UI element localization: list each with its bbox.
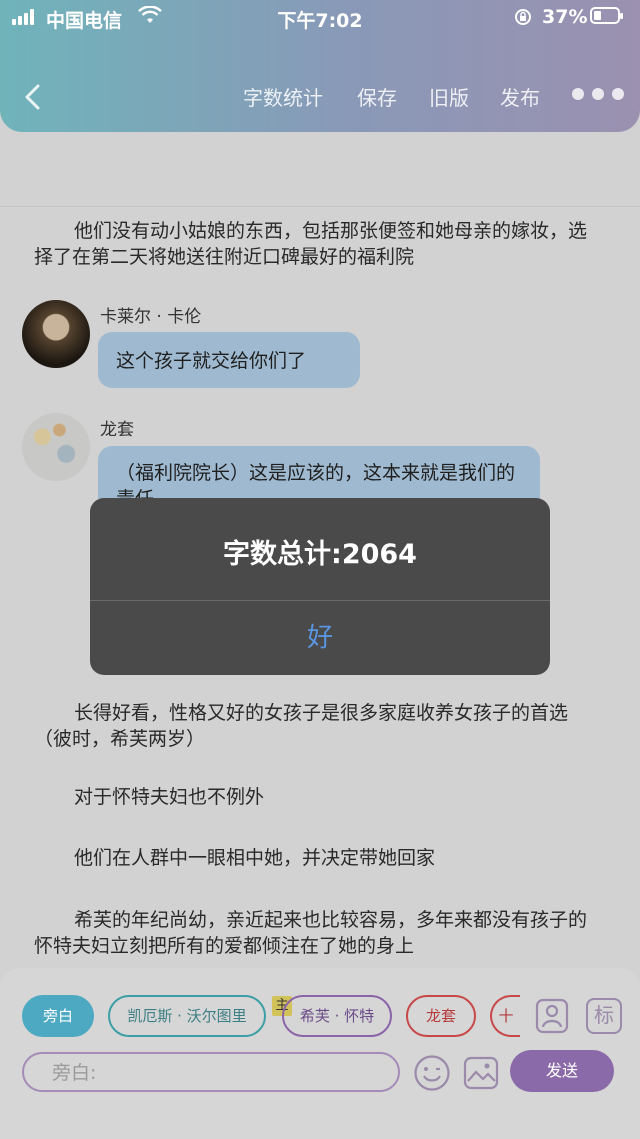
role-chip[interactable]: 龙套 — [406, 995, 476, 1037]
header-divider — [0, 206, 640, 207]
publish-button[interactable]: 发布 — [500, 82, 540, 111]
tag-icon[interactable]: 标 — [586, 998, 622, 1034]
person-card-icon[interactable] — [535, 998, 569, 1034]
speaker-name: 龙套 — [100, 420, 134, 440]
message-bubble[interactable]: 这个孩子就交给你们了 — [98, 332, 360, 388]
chevron-left-icon[interactable] — [20, 82, 46, 112]
avatar[interactable] — [22, 413, 90, 481]
narration-paragraph[interactable]: 对于怀特夫妇也不例外 — [34, 784, 604, 810]
speaker-name: 卡莱尔 · 卡伦 — [100, 307, 202, 327]
avatar[interactable] — [22, 300, 90, 368]
role-chip[interactable]: 凯厄斯 · 沃尔图里 — [108, 995, 266, 1037]
role-chip-narrator[interactable]: 旁白 — [22, 995, 94, 1037]
more-dots-icon[interactable] — [572, 88, 624, 102]
emoji-icon[interactable] — [413, 1054, 451, 1092]
narration-paragraph[interactable]: 他们没有动小姑娘的东西，包括那张便签和她母亲的嫁妆，选择了在第二天将她送往附近口… — [34, 218, 604, 270]
status-bar: 中国电信 下午7:02 37% — [0, 0, 640, 36]
message-input-box[interactable] — [22, 1052, 400, 1092]
word-count-button[interactable]: 字数统计 — [243, 82, 323, 111]
narration-paragraph[interactable]: 他们在人群中一眼相中她，并决定带她回家 — [34, 845, 604, 871]
dialog-message: 字数总计:2064 — [223, 539, 417, 570]
send-button[interactable]: 发送 — [510, 1050, 614, 1092]
dialog-ok-button[interactable]: 好 — [90, 601, 550, 675]
editor-toolbar: 字数统计 保存 旧版 发布 — [0, 74, 640, 118]
message-input[interactable] — [50, 1060, 384, 1086]
battery-percent: 37% — [542, 6, 588, 28]
narration-paragraph[interactable]: 希芙的年纪尚幼，亲近起来也比较容易，多年来都没有孩子的怀特夫妇立刻把所有的爱都倾… — [34, 907, 604, 959]
word-count-dialog: 字数总计:2064 好 — [90, 498, 550, 675]
image-icon[interactable] — [462, 1054, 500, 1092]
save-button[interactable]: 保存 — [357, 82, 397, 111]
role-chip[interactable]: 希芙 · 怀特 — [282, 995, 392, 1037]
narration-paragraph[interactable]: 长得好看，性格又好的女孩子是很多家庭收养女孩子的首选（彼时，希芙两岁） — [34, 700, 604, 752]
battery-icon — [590, 7, 623, 24]
old-version-button[interactable]: 旧版 — [429, 82, 469, 111]
rotation-lock-icon — [515, 9, 531, 25]
